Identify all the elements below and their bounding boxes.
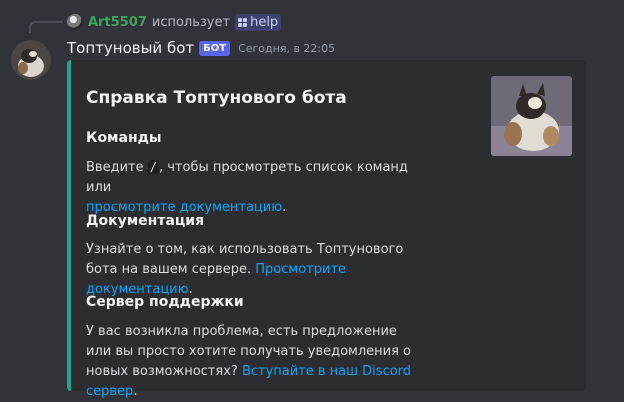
help-embed: Справка Топтунового бота Команды Введите… — [67, 60, 586, 399]
field-docs-text: Узнайте о том, как использовать Топтунов… — [86, 240, 416, 300]
field-commands-text: Введите /, чтобы просмотреть список кома… — [86, 157, 416, 218]
field-support-title: Сервер поддержки — [86, 294, 244, 310]
slash-command-icon — [238, 17, 248, 27]
slash-code: / — [147, 160, 159, 174]
embed-title: Справка Топтунового бота — [86, 88, 347, 108]
field-docs-title: Документация — [86, 213, 205, 229]
message-timestamp[interactable]: Сегодня, в 22:05 — [238, 42, 335, 55]
reply-user-avatar[interactable] — [67, 14, 83, 30]
reply-context[interactable]: Art5507 использует help — [67, 13, 282, 31]
field-commands-text-a: Введите — [86, 160, 144, 175]
embed-thumbnail[interactable] — [491, 76, 572, 156]
reply-username[interactable]: Art5507 — [88, 15, 147, 30]
reply-connector — [29, 21, 63, 33]
command-name: help — [250, 14, 279, 30]
bot-avatar[interactable] — [11, 40, 51, 80]
field-support-text: У вас возникла проблема, есть предложени… — [86, 322, 416, 402]
period: . — [133, 384, 138, 399]
reply-verb: использует — [151, 14, 231, 30]
slash-command-chip[interactable]: help — [235, 13, 282, 31]
period: . — [282, 200, 287, 215]
bot-badge: БОТ — [199, 40, 231, 56]
field-commands-title: Команды — [86, 130, 162, 146]
bot-name[interactable]: Топтуновый бот — [67, 39, 194, 57]
message-header: Топтуновый бот БОТ Сегодня, в 22:05 — [67, 38, 335, 58]
field-docs-text-a: Узнайте о том, как использовать Топтунов… — [86, 242, 404, 277]
